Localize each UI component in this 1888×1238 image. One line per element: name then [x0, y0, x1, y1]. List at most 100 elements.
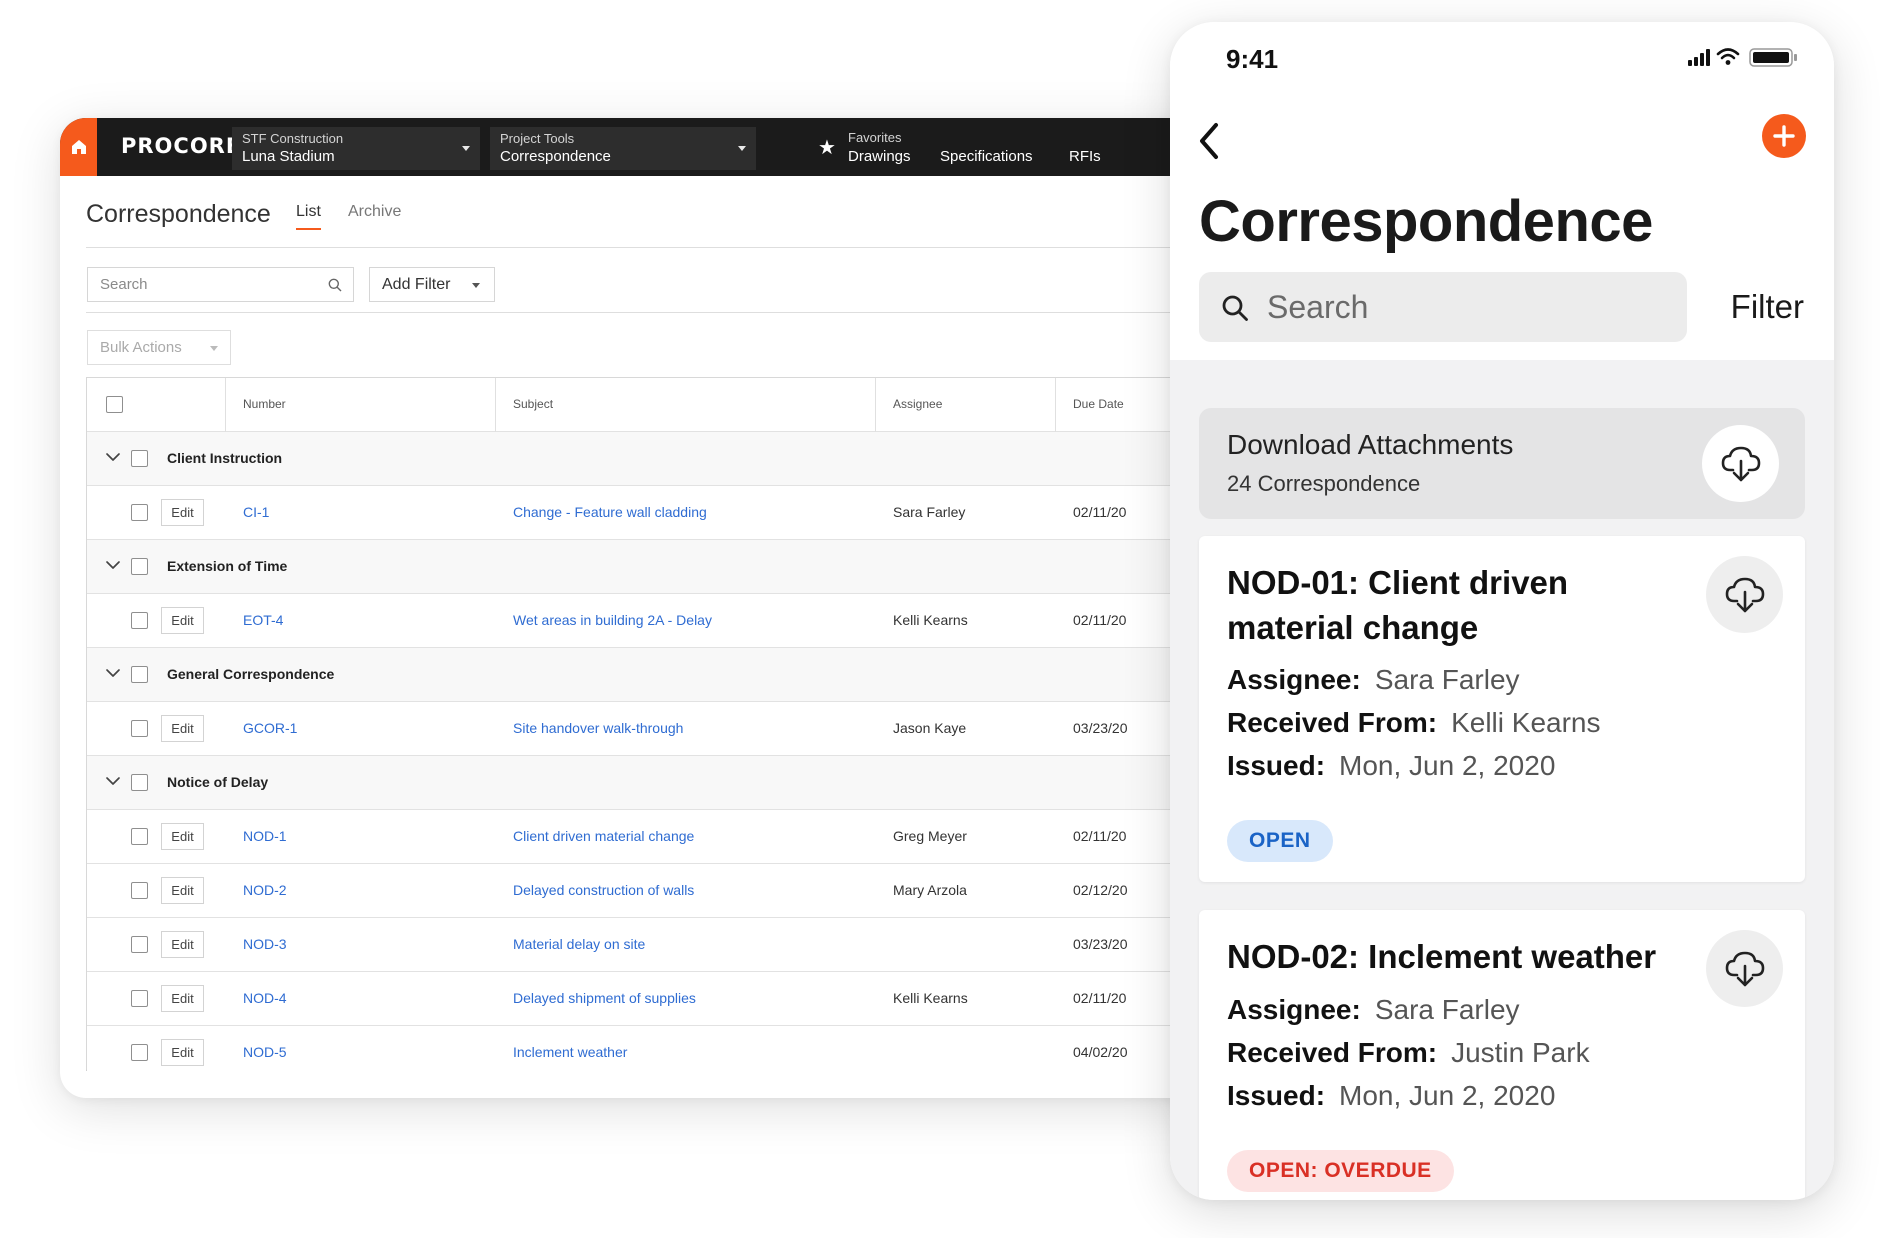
- select-all-checkbox[interactable]: [106, 396, 123, 413]
- edit-button[interactable]: Edit: [161, 985, 204, 1012]
- group-checkbox[interactable]: [131, 558, 148, 575]
- column-divider: [875, 378, 876, 432]
- subject-link[interactable]: Material delay on site: [513, 936, 645, 952]
- edit-button[interactable]: Edit: [161, 715, 204, 742]
- due-date-cell: 02/11/20: [1073, 612, 1127, 628]
- assignee-cell: Mary Arzola: [893, 882, 967, 898]
- tab-archive[interactable]: Archive: [348, 203, 401, 221]
- row-checkbox[interactable]: [131, 882, 148, 899]
- chevron-down-icon[interactable]: [105, 449, 121, 465]
- edit-button[interactable]: Edit: [161, 931, 204, 958]
- column-header-number[interactable]: Number: [243, 397, 286, 411]
- card-assignee: Assignee: Sara Farley: [1227, 994, 1520, 1026]
- group-label: Notice of Delay: [167, 774, 269, 790]
- favorite-link-drawings[interactable]: Drawings: [848, 148, 911, 165]
- correspondence-number-link[interactable]: NOD-4: [243, 990, 287, 1006]
- signal-icon: [1688, 49, 1710, 66]
- subject-link[interactable]: Wet areas in building 2A - Delay: [513, 612, 712, 628]
- column-divider: [1055, 378, 1056, 432]
- add-filter-button[interactable]: Add Filter: [369, 267, 495, 302]
- column-header-due-date[interactable]: Due Date: [1073, 397, 1124, 411]
- download-attachments-count: 24 Correspondence: [1227, 471, 1421, 496]
- subject-link[interactable]: Change - Feature wall cladding: [513, 504, 707, 520]
- chevron-down-icon[interactable]: [105, 557, 121, 573]
- favorite-link-rfis[interactable]: RFIs: [1069, 148, 1101, 165]
- edit-button[interactable]: Edit: [161, 499, 204, 526]
- home-button[interactable]: [60, 118, 97, 176]
- chevron-down-icon: [738, 146, 746, 151]
- status-badge: OPEN: OVERDUE: [1227, 1150, 1454, 1192]
- row-checkbox[interactable]: [131, 990, 148, 1007]
- correspondence-number-link[interactable]: NOD-2: [243, 882, 287, 898]
- filter-button[interactable]: Filter: [1731, 288, 1804, 326]
- correspondence-number-link[interactable]: EOT-4: [243, 612, 283, 628]
- top-navigation-bar: PROCORE STF Construction Luna Stadium Pr…: [60, 118, 1250, 176]
- download-attachments-title: Download Attachments: [1227, 429, 1514, 460]
- card-received-from: Received From: Kelli Kearns: [1227, 707, 1600, 739]
- subject-link[interactable]: Delayed construction of walls: [513, 882, 694, 898]
- chevron-down-icon[interactable]: [105, 773, 121, 789]
- correspondence-number-link[interactable]: NOD-1: [243, 828, 287, 844]
- project-tools-select[interactable]: Project Tools Correspondence: [490, 127, 756, 170]
- subject-link[interactable]: Site handover walk-through: [513, 720, 683, 736]
- group-row[interactable]: Notice of Delay: [87, 756, 1250, 810]
- status-badge: OPEN: [1227, 820, 1333, 862]
- favorite-link-specifications[interactable]: Specifications: [940, 148, 1033, 165]
- chevron-down-icon[interactable]: [105, 665, 121, 681]
- cloud-download-icon: [1721, 446, 1760, 481]
- desktop-window: PROCORE STF Construction Luna Stadium Pr…: [60, 118, 1250, 1098]
- group-row[interactable]: Extension of Time: [87, 540, 1250, 594]
- assignee-value: Sara Farley: [1374, 664, 1520, 695]
- search-field[interactable]: [87, 267, 354, 302]
- row-checkbox[interactable]: [131, 612, 148, 629]
- row-checkbox[interactable]: [131, 828, 148, 845]
- correspondence-card[interactable]: NOD-01: Client driven material change Ass…: [1199, 536, 1805, 882]
- subject-link[interactable]: Delayed shipment of supplies: [513, 990, 696, 1006]
- correspondence-number-link[interactable]: NOD-3: [243, 936, 287, 952]
- row-checkbox[interactable]: [131, 936, 148, 953]
- correspondence-number-link[interactable]: NOD-5: [243, 1044, 287, 1060]
- assignee-cell: Greg Meyer: [893, 828, 967, 844]
- correspondence-number-link[interactable]: GCOR-1: [243, 720, 297, 736]
- correspondence-number-link[interactable]: CI-1: [243, 504, 269, 520]
- group-checkbox[interactable]: [131, 450, 148, 467]
- subject-link[interactable]: Client driven material change: [513, 828, 694, 844]
- table-row: Edit NOD-2 Delayed construction of walls Ma…: [87, 864, 1250, 918]
- group-label: General Correspondence: [167, 666, 335, 682]
- issued-value: Mon, Jun 2, 2020: [1339, 1080, 1556, 1111]
- card-received-from: Received From: Justin Park: [1227, 1037, 1590, 1069]
- home-icon: [71, 140, 86, 154]
- group-row[interactable]: General Correspondence: [87, 648, 1250, 702]
- card-download-button[interactable]: [1706, 930, 1783, 1007]
- edit-button[interactable]: Edit: [161, 823, 204, 850]
- back-chevron-icon[interactable]: [1198, 122, 1220, 160]
- received-from-value: Kelli Kearns: [1451, 707, 1601, 738]
- correspondence-card[interactable]: NOD-02: Inclement weather Assignee: Sara F…: [1199, 910, 1805, 1200]
- edit-button[interactable]: Edit: [161, 607, 204, 634]
- mobile-search-field[interactable]: [1199, 272, 1687, 342]
- add-correspondence-button[interactable]: [1762, 114, 1806, 158]
- tab-list[interactable]: List: [296, 203, 321, 230]
- group-checkbox[interactable]: [131, 666, 148, 683]
- chevron-down-icon: [462, 146, 470, 151]
- row-checkbox[interactable]: [131, 504, 148, 521]
- row-checkbox[interactable]: [131, 1044, 148, 1061]
- subject-link[interactable]: Inclement weather: [513, 1044, 627, 1060]
- card-download-button[interactable]: [1706, 556, 1783, 633]
- group-row[interactable]: Client Instruction: [87, 432, 1250, 486]
- column-header-assignee[interactable]: Assignee: [893, 397, 942, 411]
- mobile-search-input[interactable]: [1267, 272, 1667, 342]
- download-all-button[interactable]: [1702, 425, 1779, 502]
- edit-button[interactable]: Edit: [161, 1039, 204, 1066]
- bulk-actions-button[interactable]: Bulk Actions: [87, 330, 231, 365]
- search-input[interactable]: [88, 268, 308, 301]
- column-header-subject[interactable]: Subject: [513, 397, 553, 411]
- company-project-select[interactable]: STF Construction Luna Stadium: [232, 127, 480, 170]
- group-checkbox[interactable]: [131, 774, 148, 791]
- download-attachments-card[interactable]: Download Attachments 24 Correspondence: [1199, 408, 1805, 519]
- row-checkbox[interactable]: [131, 720, 148, 737]
- procore-logo[interactable]: PROCORE: [121, 134, 241, 158]
- edit-button[interactable]: Edit: [161, 877, 204, 904]
- star-icon[interactable]: ★: [818, 135, 836, 160]
- card-issued: Issued: Mon, Jun 2, 2020: [1227, 1080, 1555, 1112]
